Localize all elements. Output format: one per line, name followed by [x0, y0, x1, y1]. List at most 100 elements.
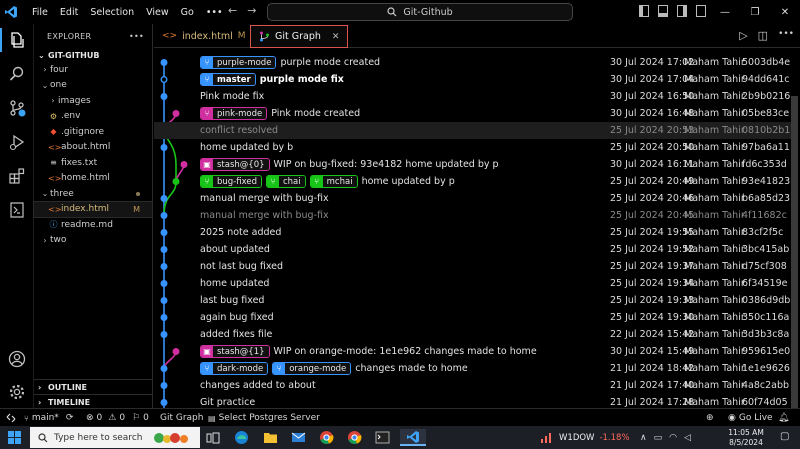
tree-folder[interactable]: ⌄ three: [34, 186, 152, 202]
tray-overflow-icon[interactable]: ∧: [640, 433, 647, 443]
battery-icon[interactable]: ▭: [654, 433, 663, 443]
volume-icon[interactable]: ◁: [684, 433, 691, 443]
explorer-icon[interactable]: [5, 28, 29, 52]
menu-edit[interactable]: Edit: [54, 7, 84, 18]
remote-icon[interactable]: [5, 198, 29, 222]
branch-ref-label[interactable]: ⑂ pink-mode: [200, 107, 268, 120]
git-graph-status-button[interactable]: Git Graph: [160, 409, 203, 427]
stash-ref-label[interactable]: ▣ stash@{1}: [200, 345, 270, 358]
chrome-profile-icon[interactable]: [346, 429, 363, 446]
postgres-status-button[interactable]: ▤ Select Postgres Server: [208, 409, 320, 427]
commit-row[interactable]: ▣ stash@{1} WIP on orange-mode: 1e1e962 ch…: [154, 343, 792, 360]
wifi-icon[interactable]: ◠: [669, 433, 677, 443]
run-debug-icon[interactable]: [5, 130, 29, 154]
branch-ref-label[interactable]: ⑂ bug-fixed: [200, 175, 262, 188]
commit-row[interactable]: changes added to about 21 Jul 2024 17:40 M…: [154, 377, 792, 394]
task-view-icon[interactable]: [204, 429, 221, 446]
branch-ref-label[interactable]: ⑂ purple-mode: [200, 56, 277, 69]
timeline-section[interactable]: › TIMELINE: [34, 394, 153, 409]
search-highlight-icon[interactable]: [152, 429, 192, 446]
commit-row[interactable]: last bug fixed 25 Jul 2024 19:33 Maham Tah…: [154, 292, 792, 309]
chrome-icon[interactable]: [318, 429, 335, 446]
run-icon[interactable]: ▷: [739, 29, 747, 42]
back-arrow-icon[interactable]: ←: [228, 4, 237, 17]
menu-selection[interactable]: Selection: [84, 7, 140, 18]
commit-row[interactable]: about updated 25 Jul 2024 19:52 Maham Tahi…: [154, 241, 792, 258]
menu-more[interactable]: •••: [200, 7, 229, 18]
ports-icon[interactable]: ⊕: [706, 409, 714, 427]
account-icon[interactable]: [5, 347, 29, 371]
minimize-button[interactable]: —: [710, 0, 740, 24]
source-control-icon[interactable]: [5, 96, 29, 120]
commit-row[interactable]: ⑂ pink-mode Pink mode created 30 Jul 2024 1…: [154, 105, 792, 122]
commit-row[interactable]: added fixes file 22 Jul 2024 15:42 Maham T…: [154, 326, 792, 343]
toggle-secondary-sidebar-icon[interactable]: [677, 5, 687, 17]
tab-git-graph[interactable]: Git Graph ✕: [250, 25, 349, 48]
file-explorer-icon[interactable]: [262, 429, 279, 446]
more-actions-icon[interactable]: •••: [778, 29, 794, 42]
search-icon[interactable]: [5, 62, 29, 86]
notifications-bell-icon[interactable]: 🔔︎: [778, 409, 789, 427]
windows-start-button[interactable]: [8, 431, 21, 444]
tree-file[interactable]: <> index.html M: [33, 200, 153, 218]
forward-arrow-icon[interactable]: →: [247, 4, 256, 17]
split-editor-icon[interactable]: ◫: [758, 29, 768, 42]
workspace-folder-header[interactable]: ⌄ GIT-GITHUB: [34, 48, 152, 62]
restore-button[interactable]: ❐: [740, 0, 770, 24]
menu-file[interactable]: File: [26, 7, 54, 18]
commit-row[interactable]: manual merge with bug-fix 25 Jul 2024 20:…: [154, 190, 792, 207]
commit-row[interactable]: home updated 25 Jul 2024 19:34 Maham Tahir…: [154, 275, 792, 292]
close-tab-icon[interactable]: ✕: [332, 32, 340, 42]
notification-center-icon[interactable]: ▢: [780, 431, 789, 442]
edge-browser-icon[interactable]: [233, 429, 250, 446]
branch-ref-label[interactable]: ⑂ chai: [266, 175, 306, 188]
branch-ref-label[interactable]: ⑂ dark-mode: [200, 362, 269, 375]
stock-widget[interactable]: W1DOW -1.18%: [540, 426, 630, 449]
toggle-primary-sidebar-icon[interactable]: [639, 5, 649, 17]
commit-row[interactable]: 2025 note added 25 Jul 2024 19:55 Maham Ta…: [154, 224, 792, 241]
customize-layout-icon[interactable]: [696, 5, 706, 17]
tree-folder[interactable]: ⌄ one: [34, 78, 152, 94]
tree-file[interactable]: ⓘ readme.md: [34, 217, 152, 233]
commit-row[interactable]: manual merge with bug-fix 25 Jul 2024 20:…: [154, 207, 792, 224]
vertical-scrollbar[interactable]: [791, 96, 798, 408]
problems-indicator[interactable]: ⊗ 0 ⚠ 0: [86, 409, 125, 427]
taskbar-clock[interactable]: 11:05 AM 8/5/2024: [720, 428, 772, 448]
toggle-panel-icon[interactable]: [658, 5, 668, 17]
mail-icon[interactable]: [290, 429, 307, 446]
tree-file[interactable]: <> about.html: [34, 140, 152, 156]
go-live-button[interactable]: ◉ Go Live: [728, 409, 773, 427]
branch-indicator[interactable]: ⑂ main* ⟳: [24, 409, 73, 427]
stash-ref-label[interactable]: ▣ stash@{0}: [200, 158, 270, 171]
commit-row[interactable]: Pink mode fix 30 Jul 2024 16:50 Maham Tahi…: [154, 88, 792, 105]
tab-index-html[interactable]: <> index.html M: [154, 24, 254, 48]
branch-ref-label[interactable]: ⑂ mchai: [309, 175, 358, 188]
outline-section[interactable]: › OUTLINE: [34, 379, 153, 394]
commit-row[interactable]: ⑂ purple-mode purple mode created 30 Jul 20…: [154, 54, 792, 71]
commit-row[interactable]: home updated by b 25 Jul 2024 20:50 Maham …: [154, 139, 792, 156]
tree-folder[interactable]: › images: [34, 93, 152, 109]
gear-icon[interactable]: [5, 380, 29, 404]
menu-go[interactable]: Go: [175, 7, 200, 18]
tree-folder[interactable]: › two: [34, 233, 152, 249]
commit-row[interactable]: ⑂ bug-fixed ⑂ chai ⑂ mchai home updated by p 25…: [154, 173, 792, 190]
commit-row[interactable]: ⑂ dark-mode ⑂ orange-mode changes made to ho…: [154, 360, 792, 377]
close-button[interactable]: ✕: [770, 0, 800, 24]
explorer-more-button[interactable]: •••: [129, 32, 144, 41]
commit-row[interactable]: ▣ stash@{0} WIP on bug-fixed: 93e4182 home…: [154, 156, 792, 173]
commit-row[interactable]: ⑂ master purple mode fix 30 Jul 2024 17:04 M…: [154, 71, 792, 88]
commit-row[interactable]: again bug fixed 25 Jul 2024 19:30 Maham Ta…: [154, 309, 792, 326]
terminal-icon[interactable]: [374, 429, 391, 446]
commit-row[interactable]: Git practice 21 Jul 2024 17:28 Maham Tahir…: [154, 394, 792, 408]
info-indicator[interactable]: ⚐ 0: [132, 409, 149, 427]
menu-view[interactable]: View: [140, 7, 175, 18]
tree-file[interactable]: ⚙ .env: [34, 109, 152, 125]
commit-row[interactable]: conflict resolved 25 Jul 2024 20:53 Maham …: [154, 122, 792, 139]
tree-file[interactable]: ≡ fixes.txt: [34, 155, 152, 171]
command-center-search[interactable]: Git-Github: [267, 3, 573, 21]
tree-file[interactable]: ◆ .gitignore: [34, 124, 152, 140]
tree-file[interactable]: <> home.html: [34, 171, 152, 187]
branch-ref-label[interactable]: ⑂ master: [200, 73, 256, 86]
vscode-taskbar-icon[interactable]: [400, 429, 426, 446]
branch-ref-label[interactable]: ⑂ orange-mode: [272, 362, 352, 375]
